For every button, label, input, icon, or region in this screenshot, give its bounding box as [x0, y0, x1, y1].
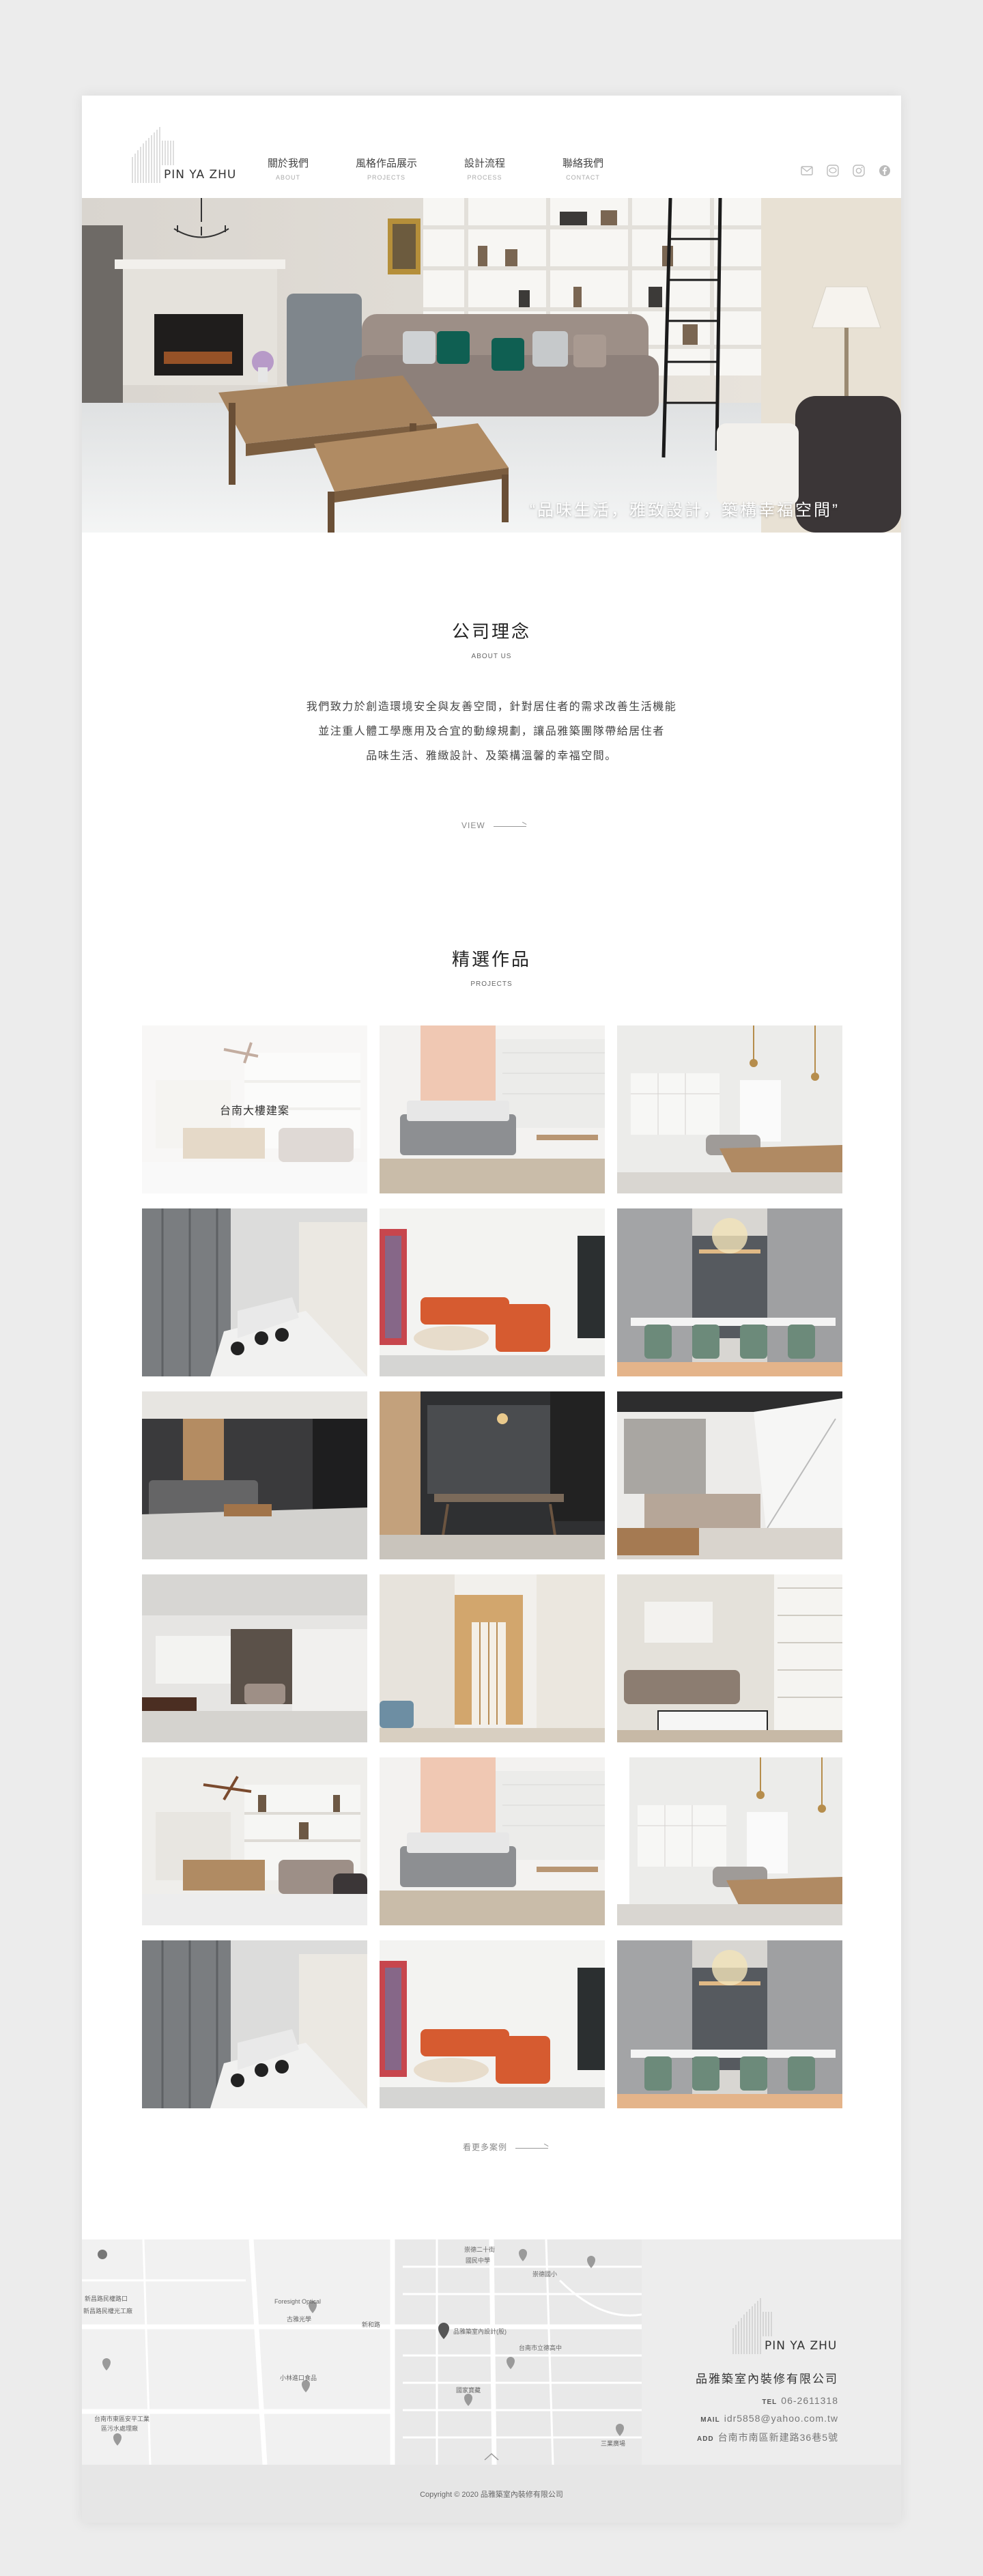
projects-title: 精選作品	[451, 949, 531, 969]
project-tile[interactable]	[380, 1208, 605, 1376]
site-logo[interactable]: PIN YA ZHU	[130, 123, 246, 184]
nav-sublabel: CONTACT	[566, 174, 600, 181]
project-tile[interactable]	[617, 1208, 842, 1376]
nav-label: 關於我們	[267, 158, 309, 169]
email-key: MAIL	[700, 2416, 720, 2424]
email-value: idr5858@yahoo.com.tw	[724, 2413, 838, 2424]
project-tile[interactable]	[617, 1574, 842, 1742]
map-label: 三業廣場	[601, 2440, 626, 2447]
location-map[interactable]: 新昌路民權路口 新昌路民權光工廠 Foresight Optical 古雅光學 …	[82, 2239, 642, 2465]
about-line: 品味生活、雅緻設計、及築構溫馨的幸福空間。	[366, 750, 617, 762]
project-tile[interactable]	[380, 1025, 605, 1193]
project-tile[interactable]	[142, 1940, 367, 2108]
about-line: 並注重人體工學應用及合宜的動線規劃，讓品雅築團隊帶給居住者	[318, 726, 665, 737]
project-label: 台南大樓建案	[219, 1105, 289, 1117]
back-to-top-button[interactable]	[476, 2448, 507, 2465]
contact-phone[interactable]: TEL 06-2611318	[762, 2395, 838, 2406]
copyright-text: Copyright © 2020 品雅築室內裝修有限公司	[420, 2490, 563, 2499]
map-label: 崇德國小	[532, 2271, 558, 2278]
contact-email[interactable]: MAIL idr5858@yahoo.com.tw	[700, 2413, 838, 2424]
contact-panel: PIN YA ZHU 品雅築室內裝修有限公司 TEL 06-2611318 MAI…	[642, 2239, 901, 2465]
logo-text: PIN YA ZHU	[765, 2339, 838, 2353]
projects-subtitle: PROJECTS	[470, 980, 513, 988]
nav-sublabel: PROJECTS	[367, 174, 405, 181]
about-title: 公司理念	[451, 621, 531, 642]
map-label: 新昌路民權光工廠	[83, 2308, 133, 2315]
arrow-right-icon	[493, 823, 526, 827]
map-label: 崇德二十街	[464, 2246, 496, 2253]
project-tile[interactable]	[142, 1574, 367, 1742]
address-key: ADD	[696, 2435, 714, 2443]
footer-copyright: Copyright © 2020 品雅築室內裝修有限公司	[82, 2465, 901, 2523]
company-name: 品雅築室內裝修有限公司	[696, 2373, 838, 2386]
project-tile[interactable]	[380, 1574, 605, 1742]
about-view-label: VIEW	[461, 821, 485, 830]
nav-label: 聯絡我們	[562, 158, 603, 169]
about-view-link[interactable]: VIEW	[461, 821, 526, 830]
map-label: 台南市立德高中	[519, 2345, 562, 2351]
project-tile[interactable]	[617, 1025, 842, 1193]
project-tile[interactable]: 台南大樓建案	[142, 1025, 367, 1193]
project-tile[interactable]	[380, 1757, 605, 1925]
nav-item-projects[interactable]: 風格作品展示 PROJECTS	[337, 156, 436, 181]
projects-more-link[interactable]: 看更多案例	[463, 2141, 549, 2153]
nav-sublabel: PROCESS	[467, 174, 502, 181]
chevron-up-icon	[484, 2452, 499, 2461]
hero-banner: “品味生活，雅致設計，築構幸福空間”	[82, 198, 901, 533]
contact-address: ADD 台南市南區新建路36巷5號	[697, 2431, 838, 2444]
project-tile[interactable]	[380, 1940, 605, 2108]
projects-grid: 台南大樓建案	[142, 1025, 842, 2108]
map-label: 小林進口食品	[280, 2375, 317, 2381]
site-header: PIN YA ZHU 關於我們 ABOUT 風格作品展示 PROJECTS 設計…	[82, 96, 901, 198]
about-line: 我們致力於創造環境安全與友善空間，針對居住者的需求改善生活機能	[306, 701, 677, 713]
map-label: 品雅築室內設計(股)	[453, 2328, 507, 2335]
project-tile[interactable]	[142, 1208, 367, 1376]
about-subtitle: ABOUT US	[471, 653, 512, 660]
map-label: 台南市東區安平工業	[94, 2416, 150, 2422]
nav-label: 設計流程	[464, 158, 505, 169]
map-label: 新和路	[362, 2321, 381, 2328]
hero-living-room-image	[82, 198, 901, 533]
project-tile[interactable]	[617, 1391, 842, 1559]
map-label: 區污水處理廠	[101, 2425, 139, 2432]
hero-caption: “品味生活，雅致設計，築構幸福空間”	[530, 501, 840, 520]
page: PIN YA ZHU 關於我們 ABOUT 風格作品展示 PROJECTS 設計…	[82, 96, 901, 2523]
project-tile[interactable]	[617, 1757, 842, 1925]
nav-label: 風格作品展示	[355, 158, 417, 169]
about-description: 我們致力於創造環境安全與友善空間，針對居住者的需求改善生活機能 並注重人體工學應…	[82, 695, 901, 769]
instagram-icon[interactable]	[852, 164, 866, 178]
project-tile[interactable]	[142, 1757, 367, 1925]
address-value: 台南市南區新建路36巷5號	[717, 2432, 838, 2443]
main-nav: 關於我們 ABOUT 風格作品展示 PROJECTS 設計流程 PROCESS …	[239, 156, 632, 181]
map-label: 國家寶藏	[456, 2387, 481, 2394]
phone-key: TEL	[762, 2398, 778, 2406]
tile-overlay: 台南大樓建案	[142, 1025, 367, 1193]
projects-more-label: 看更多案例	[463, 2142, 508, 2152]
project-tile[interactable]	[380, 1391, 605, 1559]
phone-value: 06-2611318	[781, 2395, 838, 2406]
nav-item-about[interactable]: 關於我們 ABOUT	[239, 156, 337, 181]
line-icon[interactable]	[826, 164, 840, 178]
logo-text: PIN YA ZHU	[164, 168, 237, 182]
nav-sublabel: ABOUT	[275, 174, 300, 181]
map-label: 古雅光學	[287, 2316, 312, 2323]
nav-item-process[interactable]: 設計流程 PROCESS	[436, 156, 534, 181]
footer-logo: PIN YA ZHU	[730, 2294, 840, 2355]
map-roads	[82, 2239, 642, 2465]
map-label: 新昌路民權路口	[85, 2295, 128, 2302]
project-tile[interactable]	[617, 1940, 842, 2108]
arrow-right-icon	[515, 2145, 549, 2149]
map-label: 國民中學	[466, 2257, 491, 2264]
social-links	[800, 164, 892, 178]
facebook-icon[interactable]	[878, 164, 892, 178]
nav-item-contact[interactable]: 聯絡我們 CONTACT	[534, 156, 632, 181]
mail-icon[interactable]	[800, 164, 814, 178]
map-label: Foresight Optical	[274, 2298, 322, 2305]
project-tile[interactable]	[142, 1391, 367, 1559]
